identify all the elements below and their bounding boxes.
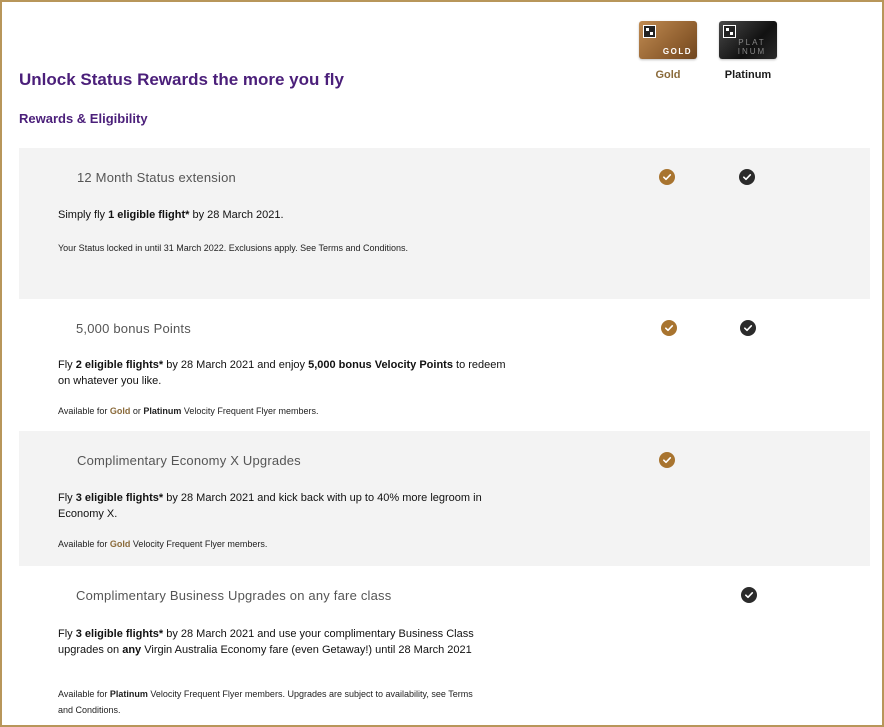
platinum-check-icon	[739, 169, 755, 185]
gold-card-text: GOLD	[662, 47, 692, 56]
qr-code-icon	[643, 25, 656, 38]
qr-code-icon	[723, 25, 736, 38]
reward-row-economy-x: Complimentary Economy X Upgrades Fly 3 e…	[19, 431, 870, 566]
page-title: Unlock Status Rewards the more you fly	[19, 70, 344, 89]
reward-note: Available for Gold or Platinum Velocity …	[58, 403, 658, 419]
reward-note: Available for Platinum Velocity Frequent…	[58, 686, 478, 718]
text: or	[130, 406, 144, 416]
reward-title: 12 Month Status extension	[77, 170, 236, 185]
tier-gold-text: Gold	[109, 406, 131, 416]
text: Fly	[58, 359, 76, 371]
reward-title: Complimentary Economy X Upgrades	[77, 453, 301, 468]
reward-title: Complimentary Business Upgrades on any f…	[76, 588, 392, 603]
gold-check-icon	[659, 169, 675, 185]
reward-note: Available for Gold Velocity Frequent Fly…	[58, 536, 658, 552]
text: Fly	[58, 492, 76, 504]
reward-description: Simply fly 1 eligible flight* by 28 Marc…	[58, 207, 518, 223]
rewards-panel: Unlock Status Rewards the more you fly R…	[0, 0, 884, 727]
text: Available for	[58, 539, 110, 549]
gold-check-icon	[661, 320, 677, 336]
text: by 28 March 2021 and enjoy	[163, 359, 309, 371]
reward-note: Your Status locked in until 31 March 202…	[58, 240, 658, 256]
tier-label-gold: Gold	[655, 69, 681, 81]
text: Available for	[58, 406, 110, 416]
text: Virgin Australia Economy fare (even Geta…	[141, 644, 472, 656]
reward-row-bonus-points: 5,000 bonus Points Fly 2 eligible flight…	[19, 299, 870, 431]
platinum-check-icon	[741, 587, 757, 603]
section-subtitle: Rewards & Eligibility	[19, 111, 148, 126]
platinum-check-icon	[740, 320, 756, 336]
platinum-card-text: PLAT INUM	[737, 38, 767, 56]
text: Velocity Frequent Flyer members.	[181, 406, 319, 416]
reward-description: Fly 3 eligible flights* by 28 March 2021…	[58, 490, 488, 522]
text-bold: 3 eligible flights*	[75, 628, 164, 640]
tier-label-platinum: Platinum	[724, 69, 772, 81]
reward-row-status-extension: 12 Month Status extension Simply fly 1 e…	[19, 148, 870, 299]
reward-description: Fly 2 eligible flights* by 28 March 2021…	[58, 357, 508, 389]
platinum-card-icon: PLAT INUM	[719, 21, 777, 59]
tier-platinum-text: Platinum	[143, 406, 182, 416]
text: Simply fly	[58, 209, 109, 221]
gold-check-icon	[659, 452, 675, 468]
reward-row-business-upgrades: Complimentary Business Upgrades on any f…	[19, 566, 870, 725]
tier-platinum-text: Platinum	[109, 689, 148, 699]
tier-gold-text: Gold	[109, 539, 131, 549]
text: by 28 March 2021.	[189, 209, 284, 221]
text: Your Status locked in until 31 March 202…	[58, 243, 409, 253]
text: Fly	[58, 628, 76, 640]
gold-card-icon: GOLD	[639, 21, 697, 59]
text: Available for	[58, 689, 110, 699]
text-bold: 2 eligible flights*	[75, 359, 164, 371]
reward-title: 5,000 bonus Points	[76, 321, 191, 336]
text-bold: any	[122, 644, 142, 656]
text-bold: 1 eligible flight*	[108, 209, 190, 221]
text-bold: 5,000 bonus Velocity Points	[308, 359, 453, 371]
reward-description: Fly 3 eligible flights* by 28 March 2021…	[58, 626, 503, 658]
text: Velocity Frequent Flyer members.	[130, 539, 268, 549]
text-bold: 3 eligible flights*	[75, 492, 164, 504]
